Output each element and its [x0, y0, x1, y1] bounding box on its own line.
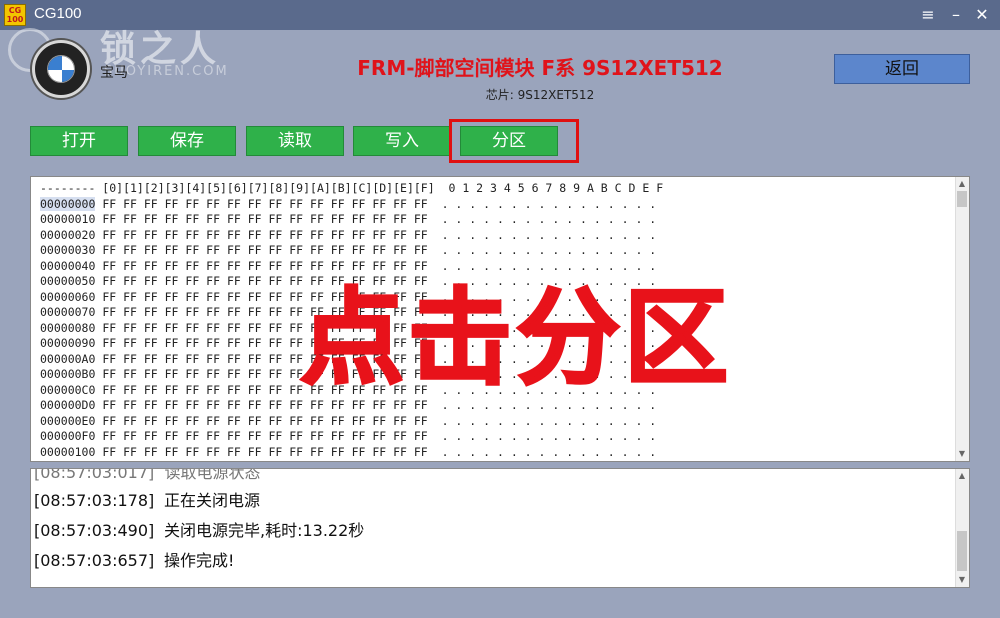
- hex-row[interactable]: 00000020 FF FF FF FF FF FF FF FF FF FF F…: [40, 228, 663, 244]
- log-line: [08:57:03:178] 正在关闭电源: [34, 487, 260, 511]
- hex-scrollbar[interactable]: ▲ ▼: [955, 177, 969, 461]
- write-button[interactable]: 写入: [353, 126, 451, 156]
- log-scrollbar[interactable]: ▲ ▼: [955, 469, 969, 587]
- hex-ascii: . . . . . . . . . . . . . . . .: [441, 258, 657, 273]
- back-button[interactable]: 返回: [834, 54, 970, 84]
- window-title: CG100: [34, 5, 82, 22]
- hex-bytes: FF FF FF FF FF FF FF FF FF FF FF FF FF F…: [95, 413, 442, 428]
- hex-address: 00000080: [40, 320, 96, 335]
- hex-bytes: FF FF FF FF FF FF FF FF FF FF FF FF FF F…: [95, 227, 442, 242]
- hex-ascii: . . . . . . . . . . . . . . . .: [441, 227, 657, 242]
- hex-address: 00000100: [40, 444, 96, 459]
- bmw-logo-icon: [32, 40, 90, 98]
- hex-address: 00000070: [40, 305, 96, 319]
- partition-highlight-box: [449, 119, 579, 163]
- hex-ascii: . . . . . . . . . . . . . . . .: [441, 196, 657, 211]
- hex-ascii: . . . . . . . . . . . . . . . .: [441, 398, 657, 412]
- hex-row[interactable]: 000000D0 FF FF FF FF FF FF FF FF FF FF F…: [40, 398, 663, 414]
- chip-label: 芯片: 9S12XET512: [485, 88, 595, 102]
- hex-address: 000000C0: [40, 382, 96, 397]
- hex-address: 00000020: [40, 227, 96, 242]
- hex-row[interactable]: 00000010 FF FF FF FF FF FF FF FF FF FF F…: [40, 212, 663, 228]
- hex-row[interactable]: 000000F0 FF FF FF FF FF FF FF FF FF FF F…: [40, 429, 663, 445]
- hex-address: 00000010: [40, 212, 96, 226]
- log-scroll-up-icon[interactable]: ▲: [955, 469, 969, 483]
- hex-address: 00000030: [40, 243, 96, 257]
- hex-bytes: FF FF FF FF FF FF FF FF FF FF FF FF FF F…: [95, 258, 442, 273]
- log-message: 操作完成!: [164, 551, 235, 570]
- hex-row[interactable]: 000000E0 FF FF FF FF FF FF FF FF FF FF F…: [40, 414, 663, 430]
- log-line: [08:57:03:490] 关闭电源完毕,耗时:13.22秒: [34, 517, 364, 541]
- close-icon[interactable]: ✕: [970, 4, 994, 26]
- hex-row[interactable]: 00000040 FF FF FF FF FF FF FF FF FF FF F…: [40, 259, 663, 275]
- scroll-up-icon[interactable]: ▲: [955, 177, 969, 191]
- hex-address: 000000F0: [40, 429, 96, 443]
- menu-icon[interactable]: ≡: [916, 4, 940, 26]
- log-scroll-down-icon[interactable]: ▼: [955, 573, 969, 587]
- hex-row[interactable]: 00000000 FF FF FF FF FF FF FF FF FF FF F…: [40, 196, 663, 213]
- hex-row[interactable]: 00000030 FF FF FF FF FF FF FF FF FF FF F…: [40, 243, 663, 259]
- log-line: [08:57:03:657] 操作完成!: [34, 547, 234, 571]
- hex-scroll-thumb[interactable]: [957, 191, 967, 207]
- hex-address: 00000090: [40, 336, 96, 350]
- scroll-down-icon[interactable]: ▼: [955, 447, 969, 461]
- hex-ascii: . . . . . . . . . . . . . . . .: [441, 444, 657, 459]
- hex-address: 000000B0: [40, 367, 96, 381]
- hex-address: 00000000: [40, 196, 96, 211]
- hex-bytes: FF FF FF FF FF FF FF FF FF FF FF FF FF F…: [95, 444, 442, 459]
- hex-address: 000000A0: [40, 351, 96, 366]
- hex-bytes: FF FF FF FF FF FF FF FF FF FF FF FF FF F…: [95, 429, 442, 443]
- module-title: FRM-脚部空间模块 F系 9S12XET512: [357, 56, 723, 80]
- hex-ascii: . . . . . . . . . . . . . . . .: [441, 212, 657, 226]
- hex-header-row: -------- [0][1][2][3][4][5][6][7][8][9][…: [40, 181, 664, 195]
- hex-address: 000000E0: [40, 413, 96, 428]
- log-message: 正在关闭电源: [164, 491, 261, 510]
- hex-bytes: FF FF FF FF FF FF FF FF FF FF FF FF FF F…: [95, 398, 442, 412]
- click-partition-annotation: 点击分区: [298, 277, 733, 400]
- log-time: [08:57:03:657]: [34, 551, 155, 570]
- log-time: [08:57:03:490]: [34, 521, 155, 540]
- hex-bytes: FF FF FF FF FF FF FF FF FF FF FF FF FF F…: [95, 196, 442, 211]
- hex-ascii: . . . . . . . . . . . . . . . .: [441, 429, 657, 443]
- save-button[interactable]: 保存: [138, 126, 236, 156]
- log-line-partial: [08:57:03:017] 读取电源状态: [34, 468, 261, 482]
- read-button[interactable]: 读取: [246, 126, 344, 156]
- hex-address: 00000040: [40, 258, 96, 273]
- hex-address: 00000060: [40, 289, 96, 304]
- app-logo-icon: CG 100: [4, 4, 26, 26]
- hex-address: 000000D0: [40, 398, 96, 412]
- hex-address: 00000050: [40, 274, 96, 288]
- minimize-icon[interactable]: –: [944, 4, 968, 26]
- hex-bytes: FF FF FF FF FF FF FF FF FF FF FF FF FF F…: [95, 243, 442, 257]
- open-button[interactable]: 打开: [30, 126, 128, 156]
- hex-bytes: FF FF FF FF FF FF FF FF FF FF FF FF FF F…: [95, 212, 442, 226]
- log-time: [08:57:03:178]: [34, 491, 155, 510]
- log-scroll-thumb[interactable]: [957, 531, 967, 571]
- hex-ascii: . . . . . . . . . . . . . . . .: [441, 243, 657, 257]
- hex-ascii: . . . . . . . . . . . . . . . .: [441, 413, 657, 428]
- log-message: 关闭电源完毕,耗时:13.22秒: [164, 521, 365, 540]
- brand-label: 宝马: [100, 65, 128, 81]
- hex-row[interactable]: 00000100 FF FF FF FF FF FF FF FF FF FF F…: [40, 445, 663, 461]
- log-panel: [08:57:03:017] 读取电源状态 [08:57:03:178] 正在关闭…: [30, 468, 970, 588]
